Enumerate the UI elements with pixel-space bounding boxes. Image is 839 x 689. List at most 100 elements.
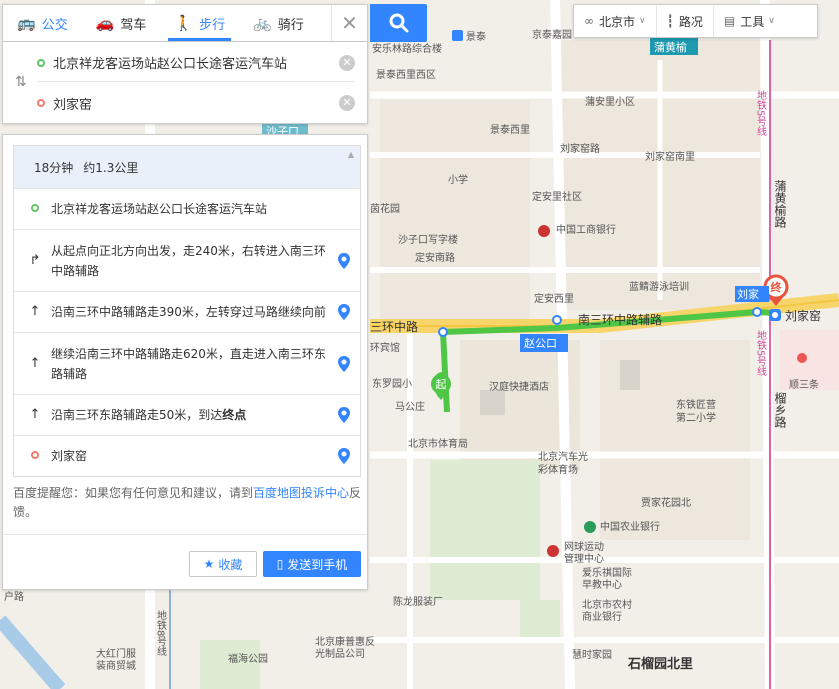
city-selector[interactable]: ∞ 北京市 ∨ <box>574 5 656 37</box>
map-label-liujiayao-station: 刘家窑 <box>785 308 821 323</box>
step-3[interactable]: ↑ 继续沿南三环中路辅路走620米，直走进入南三环东路辅路 <box>14 332 360 394</box>
bike-icon: 🚲 <box>253 14 272 32</box>
map-label-hanting: 汉庭快捷酒店 <box>489 380 549 393</box>
search-icon <box>389 13 408 33</box>
map-label-ring-service-road: 南三环中路辅路 <box>578 312 662 327</box>
map-label-auto-2: 彩体育场 <box>538 463 578 476</box>
favorite-label: 收藏 <box>218 557 243 572</box>
tab-drive-label: 驾车 <box>120 17 147 33</box>
destination-input-value[interactable]: 刘家窑 <box>53 94 333 113</box>
panel-divider <box>3 534 367 535</box>
map-label-magongzhuang: 马公庄 <box>395 400 425 413</box>
step-2-text: 沿南三环中路辅路走390米，左转穿过马路继续向前 <box>51 305 326 319</box>
map-label-metro8: 地铁8号线 <box>155 609 167 657</box>
transport-mode-bar: 🚌 公交 🚗 驾车 🚶 步行 🚲 骑行 ✕ <box>2 4 368 42</box>
tab-bike[interactable]: 🚲 骑行 <box>239 5 318 41</box>
map-label-metro5-mid: 地铁5号线 <box>755 329 767 377</box>
destination-input[interactable]: 刘家窑 ✕ <box>37 84 355 122</box>
route-summary[interactable]: 18分钟 约1.3公里 ▲ <box>14 146 360 188</box>
route-steps-list: 18分钟 约1.3公里 ▲ 北京祥龙客运场站赵公口长途客运汽车站 ↱ 从起点向正… <box>13 145 361 477</box>
tab-bus[interactable]: 🚌 公交 <box>3 5 82 41</box>
close-button[interactable]: ✕ <box>331 5 367 41</box>
map-label-dingan-road: 定安南路 <box>415 251 455 264</box>
swap-icon[interactable]: ⇅ <box>15 74 27 90</box>
feedback-tip: 百度提醒您：如果您有任何意见和建议，请到百度地图投诉中心反馈。 <box>13 484 363 522</box>
send-to-phone-button[interactable]: ▯ 发送到手机 <box>263 551 361 577</box>
map-label-zhaogongkou: 赵公口 <box>524 336 557 350</box>
tab-drive[interactable]: 🚗 驾车 <box>82 5 161 41</box>
step-start[interactable]: 北京祥龙客运场站赵公口长途客运汽车站 <box>14 188 360 229</box>
origin-input[interactable]: 北京祥龙客运场站赵公口长途客运汽车站 ✕ <box>37 44 355 82</box>
clear-destination-icon[interactable]: ✕ <box>339 95 355 111</box>
map-toolbar: ∞ 北京市 ∨ ┇ 路况 ▤ 工具 ∨ <box>573 4 818 38</box>
tab-walk[interactable]: 🚶 步行 <box>160 5 239 41</box>
map-label-shunsantiao: 顺三条 <box>789 378 819 391</box>
map-label-jingtaijiayuan: 京泰嘉园 <box>532 28 572 41</box>
origin-input-value[interactable]: 北京祥龙客运场站赵公口长途客运汽车站 <box>53 53 333 72</box>
map-label-hotel: 环宾馆 <box>370 341 400 354</box>
traffic-button[interactable]: ┇ 路况 <box>655 5 713 37</box>
search-button[interactable] <box>370 4 427 42</box>
map-label-rural-bank-2: 商业银行 <box>582 610 622 623</box>
start-dot-icon <box>28 199 42 219</box>
end-dot-icon <box>28 446 42 466</box>
chevron-down-icon: ∨ <box>768 16 775 26</box>
map-label-shiliuyuan: 石榴园北里 <box>627 656 693 672</box>
map-label-rural-bank-1: 北京市农村 <box>582 598 632 611</box>
step-4-text: 沿南三环东路辅路走50米，到达终点 <box>51 405 328 425</box>
map-label-second-school: 第二小学 <box>676 411 716 424</box>
step-4[interactable]: ↑ 沿南三环东路辅路走50米，到达终点 <box>14 394 360 435</box>
map-label-puanli: 蒲安里小区 <box>585 95 635 108</box>
map-label-liujiayao-road: 刘家窑路 <box>560 142 600 155</box>
step-2[interactable]: ↑ 沿南三环中路辅路走390米，左转穿过马路继续向前 <box>14 291 360 332</box>
straight-arrow-icon: ↑ <box>29 304 41 319</box>
straight-arrow-icon: ↑ <box>29 407 41 422</box>
toolbox-icon: ▤ <box>723 14 736 28</box>
close-icon: ✕ <box>341 11 358 35</box>
map-pin-icon[interactable] <box>336 447 352 465</box>
map-label-aileqi-1: 爱乐祺国际 <box>582 566 632 579</box>
complaint-center-link[interactable]: 百度地图投诉中心 <box>253 486 349 500</box>
map-label-liuxiang-road: 榴乡路 <box>773 392 787 429</box>
tools-menu[interactable]: ▤ 工具 ∨ <box>712 5 785 37</box>
map-pin-icon[interactable] <box>336 406 352 424</box>
map-pin-icon[interactable] <box>336 355 352 373</box>
collapse-icon[interactable]: ▲ <box>348 150 354 159</box>
map-label-icbc: 中国工商银行 <box>556 223 616 236</box>
end-badge-label: 终 <box>771 280 783 294</box>
map-label-kangpu-1: 北京康普惠反 <box>315 635 375 648</box>
map-label-jingtaixili-west: 景泰西里西区 <box>376 68 436 81</box>
route-time: 18分钟 <box>34 160 74 175</box>
map-label-puhuangyu-station: 蒲黄榆 <box>654 40 687 54</box>
map-label-jingtai: 景泰 <box>466 30 486 43</box>
traffic-label: 路况 <box>678 14 703 29</box>
map-label-fuhai-park: 福海公园 <box>228 652 268 665</box>
map-label-hulu: 户路 <box>4 590 24 603</box>
car-icon: 🚗 <box>95 14 115 32</box>
map-label-dongtiejiangying: 东铁匠营 <box>676 398 716 411</box>
step-1-text: 从起点向正北方向出发，走240米，右转进入南三环中路辅路 <box>51 243 326 278</box>
map-label-abc-bank: 中国农业银行 <box>600 520 660 533</box>
straight-arrow-icon: ↑ <box>29 355 41 371</box>
bus-icon: 🚌 <box>17 14 36 32</box>
route-distance: 约1.3公里 <box>83 160 139 175</box>
city-label: 北京市 <box>599 14 636 29</box>
map-label-school: 小学 <box>448 173 468 186</box>
map-label-dinganli-community: 定安里社区 <box>532 190 582 203</box>
clear-origin-icon[interactable]: ✕ <box>339 54 355 71</box>
step-4-prefix: 沿南三环东路辅路走50米，到达 <box>51 408 223 422</box>
route-input-box: ⇅ 北京祥龙客运场站赵公口长途客运汽车站 ✕ 刘家窑 ✕ <box>2 42 368 124</box>
map-pin-icon[interactable] <box>336 303 352 321</box>
map-label-aileqi-2: 早教中心 <box>582 578 622 591</box>
step-1[interactable]: ↱ 从起点向正北方向出发，走240米，右转进入南三环中路辅路 <box>14 229 360 291</box>
step-end[interactable]: 刘家窑 <box>14 435 360 476</box>
map-label-jiajia-garden: 贾家花园北 <box>641 496 691 509</box>
step-start-text: 北京祥龙客运场站赵公口长途客运汽车站 <box>51 202 268 216</box>
star-icon: ★ <box>203 557 215 571</box>
favorite-button[interactable]: ★ 收藏 <box>189 551 257 577</box>
map-label-liujia: 刘家 <box>737 287 759 301</box>
map-label-dahongmen-2: 装商贸城 <box>96 659 136 672</box>
map-label-swim: 蓝鲭游泳培训 <box>629 280 689 293</box>
tip-prefix: 百度提醒您：如果您有任何意见和建议，请到 <box>13 486 254 500</box>
map-pin-icon[interactable] <box>336 252 352 270</box>
